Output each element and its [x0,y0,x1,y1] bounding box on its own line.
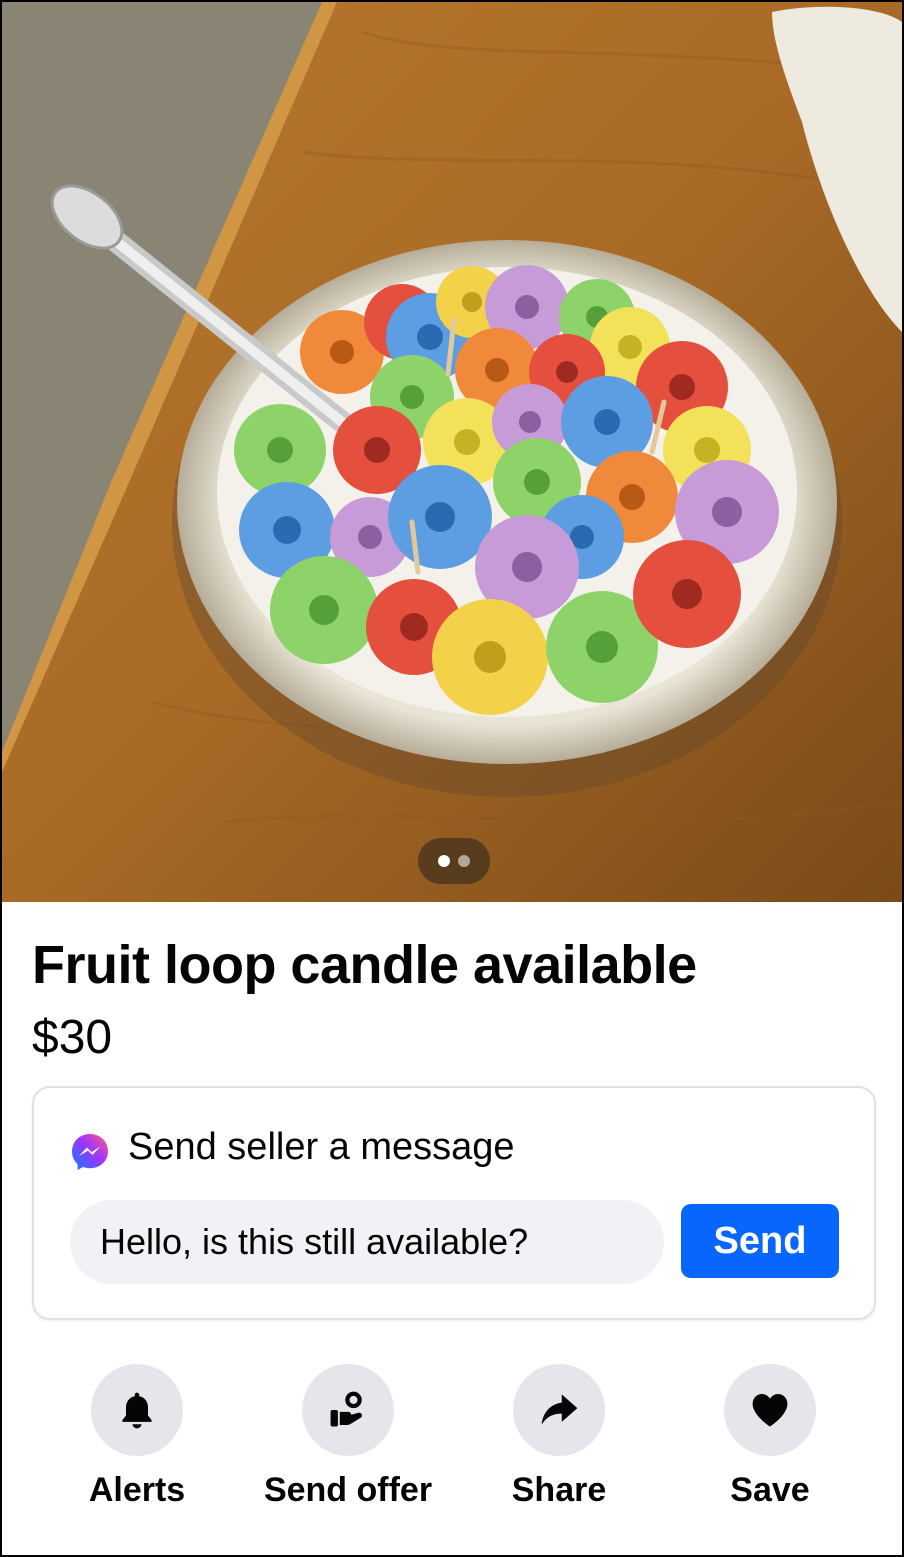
send-offer-button[interactable]: Send offer [248,1364,448,1510]
share-arrow-icon [541,1394,578,1425]
messenger-icon [72,1134,108,1170]
message-heading: Send seller a message [128,1126,515,1168]
photo-pager[interactable] [418,838,490,884]
send-offer-circle[interactable] [302,1364,394,1456]
listing-price: $30 [32,1011,113,1064]
product-photo[interactable] [2,2,902,902]
save-circle[interactable] [724,1364,816,1456]
share-label: Share [511,1471,607,1509]
message-seller-card: Send seller a message Send [32,1086,876,1320]
offer-icon [330,1391,362,1427]
save-button[interactable]: Save [670,1364,870,1510]
action-row: Alerts Send offer Share Save [2,1364,902,1524]
listing-screen: Fruit loop candle available $30 Send sel… [0,0,904,1557]
pager-dot[interactable] [458,855,470,867]
message-input[interactable] [70,1200,664,1284]
share-button[interactable]: Share [459,1364,659,1510]
heart-icon [752,1394,788,1427]
alerts-label: Alerts [88,1471,186,1509]
message-heading-row: Send seller a message [70,1122,515,1172]
share-circle[interactable] [513,1364,605,1456]
alerts-circle[interactable] [91,1364,183,1456]
send-button[interactable]: Send [681,1204,839,1278]
save-label: Save [730,1471,810,1509]
alerts-button[interactable]: Alerts [37,1364,237,1510]
product-image [2,2,902,902]
pager-dot-active[interactable] [438,855,450,867]
listing-title: Fruit loop candle available [32,935,697,995]
bell-icon [122,1392,152,1429]
send-offer-label: Send offer [263,1471,433,1509]
